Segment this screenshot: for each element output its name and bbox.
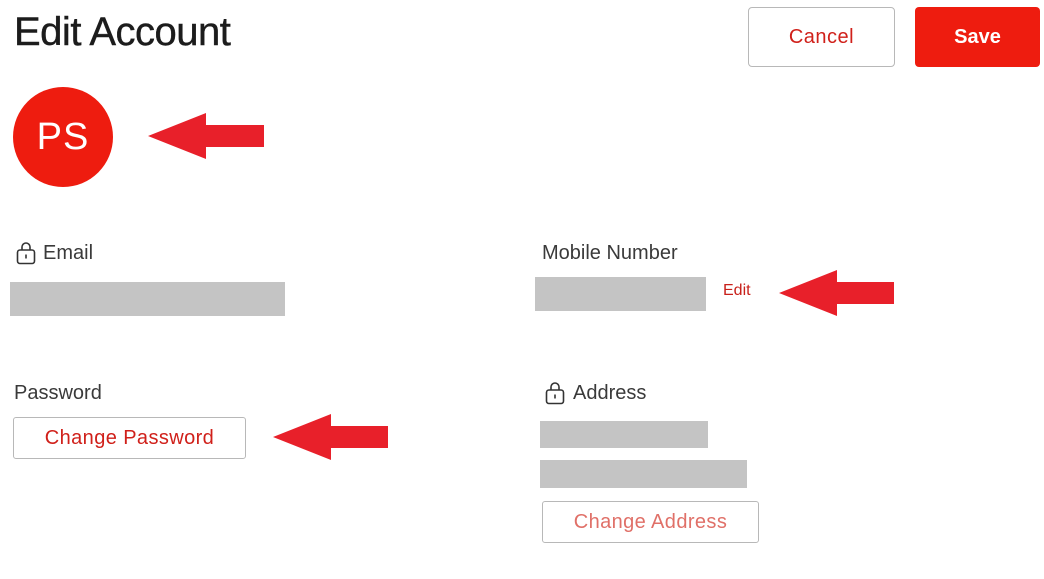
annotation-arrow-icon (273, 414, 389, 460)
change-address-button[interactable]: Change Address (542, 501, 759, 543)
address-line-2-redacted (540, 460, 747, 488)
annotation-arrow-icon (779, 270, 895, 316)
email-label: Email (43, 242, 94, 264)
change-password-button[interactable]: Change Password (13, 417, 246, 459)
avatar-initials: PS (36, 115, 90, 158)
address-label: Address (573, 382, 647, 404)
lock-icon (545, 381, 565, 405)
save-button[interactable]: Save (915, 7, 1040, 67)
address-field-header: Address (545, 381, 646, 405)
mobile-number-label: Mobile Number (542, 242, 678, 264)
mobile-number-value-redacted (535, 277, 706, 311)
email-value-redacted (10, 282, 285, 316)
cancel-button[interactable]: Cancel (748, 7, 895, 67)
mobile-edit-link[interactable]: Edit (723, 282, 751, 300)
annotation-arrow-icon (148, 113, 266, 159)
page-title: Edit Account (14, 10, 231, 54)
password-label: Password (14, 382, 102, 404)
address-line-1-redacted (540, 421, 708, 448)
lock-icon (16, 241, 36, 265)
email-field-header: Email (16, 241, 93, 265)
avatar[interactable]: PS (13, 87, 113, 187)
